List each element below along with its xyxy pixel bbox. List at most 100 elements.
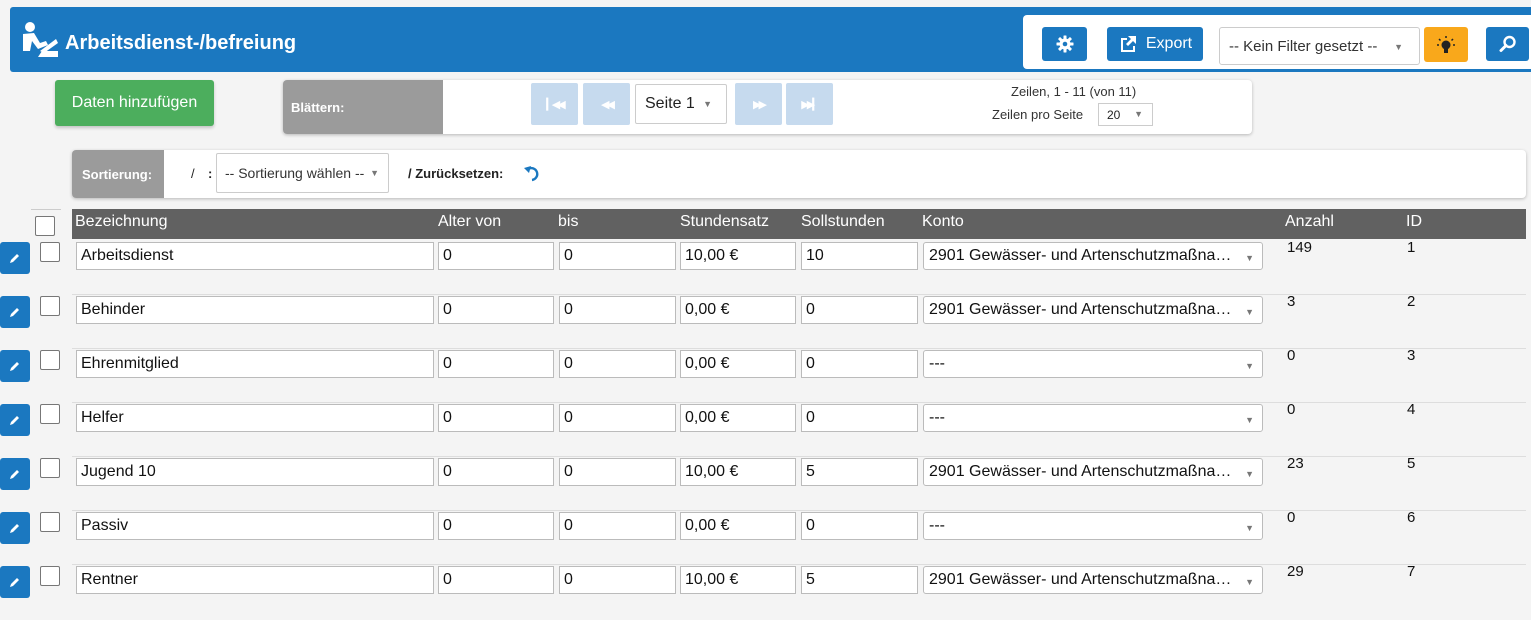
row-checkbox[interactable] xyxy=(40,512,60,532)
edit-button[interactable] xyxy=(0,350,30,382)
konto-select[interactable]: --- ▼ xyxy=(923,512,1263,540)
column-header-konto[interactable]: Konto xyxy=(922,213,964,231)
bezeichnung-input[interactable]: Arbeitsdienst xyxy=(76,242,434,270)
alter-von-input[interactable]: 0 xyxy=(438,350,554,378)
row-checkbox[interactable] xyxy=(40,404,60,424)
stundensatz-input[interactable]: 10,00 € xyxy=(680,458,796,486)
column-header-bis[interactable]: bis xyxy=(558,213,578,231)
page-title: Arbeitsdienst-/befreiung xyxy=(65,32,297,54)
bis-input[interactable]: 0 xyxy=(559,350,676,378)
rows-per-page-select[interactable]: 20 ▼ xyxy=(1098,103,1153,126)
top-bar: Arbeitsdienst-/befreiung Export -- Kein … xyxy=(10,7,1531,72)
alter-von-input[interactable]: 0 xyxy=(438,566,554,594)
bis-input[interactable]: 0 xyxy=(559,242,676,270)
settings-button[interactable] xyxy=(1042,27,1087,61)
column-header-sollstunden[interactable]: Sollstunden xyxy=(801,213,885,231)
alter-von-input[interactable]: 0 xyxy=(438,458,554,486)
alter-von-input[interactable]: 0 xyxy=(438,296,554,324)
konto-select[interactable]: 2901 Gewässer- und Artenschutzmaßnahmen … xyxy=(923,458,1263,486)
next-page-button[interactable]: ▶▶ xyxy=(735,83,782,125)
bis-input[interactable]: 0 xyxy=(559,404,676,432)
export-button[interactable]: Export xyxy=(1107,27,1203,61)
undo-icon[interactable] xyxy=(523,164,541,182)
select-all-checkbox[interactable] xyxy=(35,216,55,236)
stundensatz-input[interactable]: 0,00 € xyxy=(680,350,796,378)
add-data-button[interactable]: Daten hinzufügen xyxy=(55,80,214,126)
pencil-icon xyxy=(10,308,19,317)
bezeichnung-input[interactable]: Behinder xyxy=(76,296,434,324)
alter-von-input[interactable]: 0 xyxy=(438,242,554,270)
id-value: 2 xyxy=(1407,293,1416,310)
alter-von-input[interactable]: 0 xyxy=(438,512,554,540)
chevron-down-icon: ▼ xyxy=(1245,361,1254,371)
sollstunden-input[interactable]: 0 xyxy=(801,296,918,324)
sollstunden-input[interactable]: 5 xyxy=(801,566,918,594)
bezeichnung-input[interactable]: Rentner xyxy=(76,566,434,594)
search-button[interactable] xyxy=(1486,27,1529,61)
last-page-button[interactable]: ▶▶▎ xyxy=(786,83,833,125)
pager-panel: Blättern: ▎◀◀ ◀◀ Seite 1 ▼ ▶▶ ▶▶▎ Zeilen… xyxy=(283,80,1252,134)
konto-select[interactable]: 2901 Gewässer- und Artenschutzmaßnahmen … xyxy=(923,242,1263,270)
edit-button[interactable] xyxy=(0,296,30,328)
sollstunden-input[interactable]: 10 xyxy=(801,242,918,270)
bezeichnung-input[interactable]: Jugend 10 xyxy=(76,458,434,486)
gear-icon xyxy=(1056,35,1073,53)
sollstunden-input[interactable]: 0 xyxy=(801,404,918,432)
konto-select[interactable]: 2901 Gewässer- und Artenschutzmaßnahmen … xyxy=(923,566,1263,594)
table-row: Passiv 0 0 0,00 € 0 --- ▼ 0 6 xyxy=(0,509,1531,566)
reset-label: / Zurücksetzen: xyxy=(408,166,504,181)
bis-input[interactable]: 0 xyxy=(559,512,676,540)
row-divider xyxy=(72,510,1526,511)
pencil-icon xyxy=(10,416,19,425)
bezeichnung-input[interactable]: Ehrenmitglied xyxy=(76,350,434,378)
page-select[interactable]: Seite 1 ▼ xyxy=(635,84,727,124)
chevron-down-icon: ▼ xyxy=(370,168,379,178)
konto-select[interactable]: --- ▼ xyxy=(923,404,1263,432)
edit-button[interactable] xyxy=(0,242,30,274)
row-divider xyxy=(72,402,1526,403)
bis-input[interactable]: 0 xyxy=(559,458,676,486)
sort-value: -- Sortierung wählen -- xyxy=(225,165,365,181)
stundensatz-input[interactable]: 10,00 € xyxy=(680,566,796,594)
konto-select[interactable]: --- ▼ xyxy=(923,350,1263,378)
sollstunden-input[interactable]: 5 xyxy=(801,458,918,486)
sort-select[interactable]: -- Sortierung wählen -- ▼ xyxy=(216,153,389,193)
row-checkbox[interactable] xyxy=(40,566,60,586)
edit-button[interactable] xyxy=(0,512,30,544)
column-header-anzahl[interactable]: Anzahl xyxy=(1285,213,1334,231)
bis-input[interactable]: 0 xyxy=(559,566,676,594)
edit-button[interactable] xyxy=(0,566,30,598)
edit-button[interactable] xyxy=(0,458,30,490)
row-checkbox[interactable] xyxy=(40,242,60,262)
edit-button[interactable] xyxy=(0,404,30,436)
column-header-id[interactable]: ID xyxy=(1406,213,1422,231)
stundensatz-input[interactable]: 0,00 € xyxy=(680,512,796,540)
stundensatz-input[interactable]: 10,00 € xyxy=(680,242,796,270)
sollstunden-input[interactable]: 0 xyxy=(801,350,918,378)
bezeichnung-input[interactable]: Helfer xyxy=(76,404,434,432)
alter-von-input[interactable]: 0 xyxy=(438,404,554,432)
column-header-alter-von[interactable]: Alter von xyxy=(438,213,501,231)
first-page-button[interactable]: ▎◀◀ xyxy=(531,83,578,125)
hint-button[interactable] xyxy=(1424,27,1468,62)
pager-label: Blättern: xyxy=(283,80,443,134)
first-page-icon: ▎◀◀ xyxy=(546,98,565,111)
stundensatz-input[interactable]: 0,00 € xyxy=(680,404,796,432)
table-row: Jugend 10 0 0 10,00 € 5 2901 Gewässer- u… xyxy=(0,455,1531,512)
previous-page-button[interactable]: ◀◀ xyxy=(583,83,630,125)
bezeichnung-input[interactable]: Passiv xyxy=(76,512,434,540)
table-row: Helfer 0 0 0,00 € 0 --- ▼ 0 4 xyxy=(0,401,1531,458)
column-header-bezeichnung[interactable]: Bezeichnung xyxy=(75,213,168,231)
sollstunden-input[interactable]: 0 xyxy=(801,512,918,540)
row-checkbox[interactable] xyxy=(40,296,60,316)
konto-select[interactable]: 2901 Gewässer- und Artenschutzmaßnahmen … xyxy=(923,296,1263,324)
bis-input[interactable]: 0 xyxy=(559,296,676,324)
row-checkbox[interactable] xyxy=(40,350,60,370)
column-header-stundensatz[interactable]: Stundensatz xyxy=(680,213,769,231)
konto-value: 2901 Gewässer- und Artenschutzmaßnahmen xyxy=(929,301,1232,318)
stundensatz-input[interactable]: 0,00 € xyxy=(680,296,796,324)
konto-value: --- xyxy=(929,409,945,426)
row-checkbox[interactable] xyxy=(40,458,60,478)
pencil-icon xyxy=(10,254,19,263)
filter-select[interactable]: -- Kein Filter gesetzt -- ▼ xyxy=(1219,27,1420,65)
